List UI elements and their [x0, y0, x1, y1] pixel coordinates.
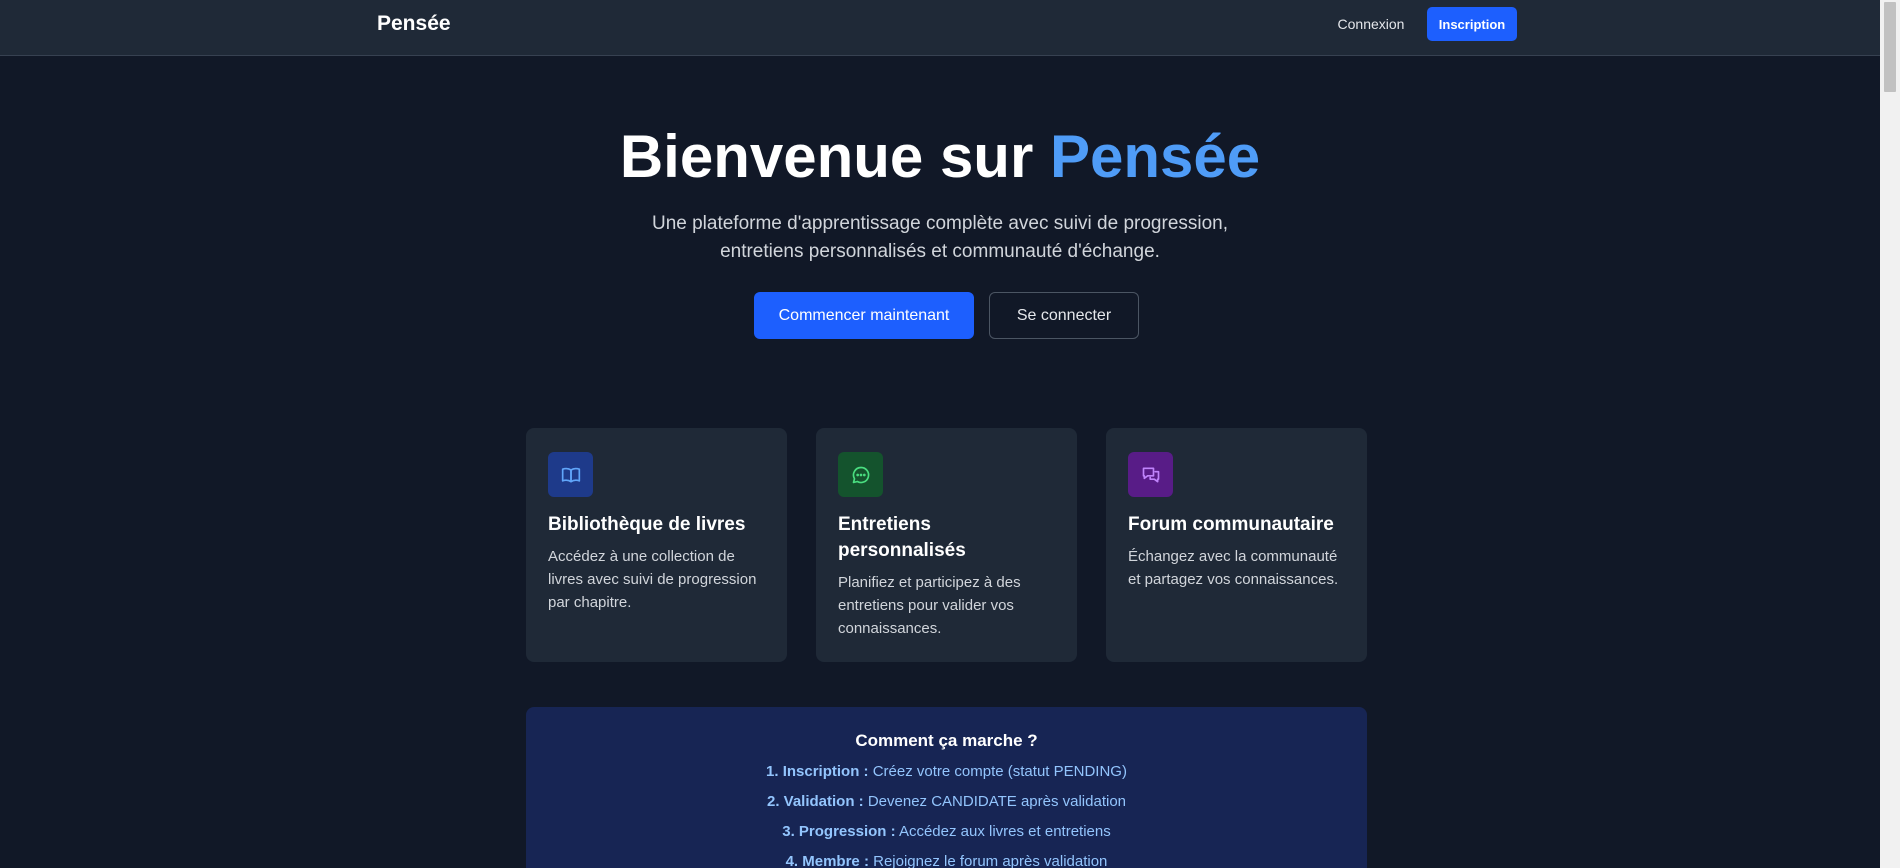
feature-title: Bibliothèque de livres — [548, 514, 746, 535]
feature-card-library: Bibliothèque de livres Accédez à une col… — [526, 428, 787, 662]
how-step-label: 3. Progression : — [782, 823, 896, 840]
how-step-label: 2. Validation : — [766, 793, 864, 810]
feature-title: Forum communautaire — [1128, 514, 1334, 535]
chat-bubble-icon — [838, 452, 883, 497]
page: Pensée Connexion Inscription Bienvenue s… — [0, 0, 1900, 868]
how-step-text: Accédez aux livres et entretiens — [895, 823, 1111, 840]
sign-in-button[interactable]: Se connecter — [989, 292, 1139, 339]
how-step: 1. Inscription : Créez votre compte (sta… — [526, 763, 1367, 780]
top-navbar: Pensée Connexion Inscription — [0, 0, 1880, 56]
scrollbar-thumb[interactable] — [1884, 2, 1896, 92]
hero-title-prefix: Bienvenue sur — [619, 123, 1050, 190]
how-step-label: 4. Membre : — [785, 853, 869, 868]
how-step-text: Rejoignez le forum après validation — [868, 853, 1108, 868]
how-step: 2. Validation : Devenez CANDIDATE après … — [526, 793, 1367, 810]
chat-bubbles-icon — [1128, 452, 1173, 497]
how-it-works-panel: Comment ça marche ? 1. Inscription : Cré… — [526, 707, 1367, 868]
page-scrollbar[interactable] — [1880, 0, 1900, 868]
hero-subtitle-line-2: entretiens personnalisés et communauté d… — [720, 241, 1160, 262]
get-started-button[interactable]: Commencer maintenant — [754, 292, 974, 339]
how-step: 3. Progression : Accédez aux livres et e… — [526, 823, 1367, 840]
feature-title: Entretiens personnalisés — [838, 514, 966, 561]
hero-title-accent: Pensée — [1049, 123, 1261, 190]
brand-logo[interactable]: Pensée — [377, 12, 451, 36]
feature-text: Échangez avec la communauté et partagez … — [1128, 548, 1339, 588]
hero-title: Bienvenue sur Pensée — [0, 122, 1880, 191]
how-it-works-title: Comment ça marche ? — [855, 731, 1038, 750]
hero-subtitle: Une plateforme d'apprentissage complète … — [590, 210, 1290, 266]
feature-card-interviews: Entretiens personnalisés Planifiez et pa… — [816, 428, 1077, 662]
feature-text: Planifiez et participez à des entretiens… — [838, 574, 1021, 637]
how-step-label: 1. Inscription : — [766, 763, 869, 780]
feature-text: Accédez à une collection de livres avec … — [548, 548, 757, 611]
feature-card-forum: Forum communautaire Échangez avec la com… — [1106, 428, 1367, 662]
login-link[interactable]: Connexion — [1323, 7, 1419, 41]
how-step-text: Devenez CANDIDATE après validation — [863, 793, 1127, 810]
signup-button[interactable]: Inscription — [1427, 7, 1517, 41]
how-step-text: Créez votre compte (statut PENDING) — [868, 763, 1127, 780]
book-icon — [548, 452, 593, 497]
hero-subtitle-line-1: Une plateforme d'apprentissage complète … — [651, 213, 1229, 234]
how-step: 4. Membre : Rejoignez le forum après val… — [526, 853, 1367, 868]
